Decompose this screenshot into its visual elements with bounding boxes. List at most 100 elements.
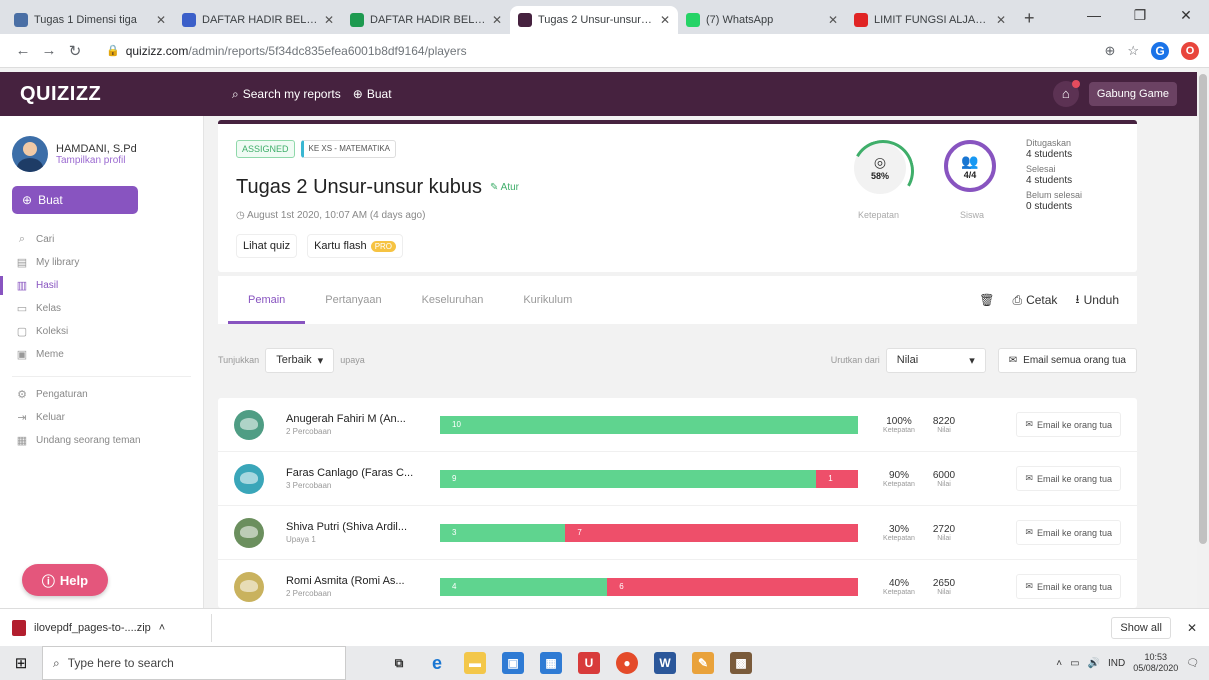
create-link[interactable]: ⊕ Buat bbox=[353, 87, 392, 101]
browser-tab[interactable]: DAFTAR HADIR BELAJ... ✕ bbox=[342, 6, 510, 34]
minimize-icon[interactable]: — bbox=[1071, 7, 1117, 23]
url-field[interactable]: 🔒 quizizz.com /admin/reports/5f34dc835ef… bbox=[98, 37, 1095, 64]
email-parent-button[interactable]: ✉ Email ke orang tua bbox=[1016, 574, 1121, 599]
sidebar-item[interactable]: ▦ Undang seorang teman bbox=[0, 429, 203, 452]
table-row[interactable]: Faras Canlago (Faras C... 3 Percobaan 9 … bbox=[218, 452, 1137, 506]
sort-select[interactable]: Nilai ▾ bbox=[885, 347, 986, 373]
bookmark-star-icon[interactable]: ☆ bbox=[1127, 43, 1139, 59]
search-reports-link[interactable]: ⌕ Search my reports bbox=[232, 87, 341, 102]
language-indicator[interactable]: IND bbox=[1108, 658, 1125, 669]
table-row[interactable]: Romi Asmita (Romi As... 2 Percobaan 4 6 … bbox=[218, 560, 1137, 614]
filter-row: Tunjukkan Terbaik ▾ upaya Urutkan dari N… bbox=[218, 342, 1137, 378]
sidebar-item[interactable]: ⌕ Cari bbox=[0, 228, 203, 251]
sidebar-item-icon: ⌕ bbox=[18, 233, 26, 245]
browser-tab[interactable]: LIMIT FUNGSI ALJABA... ✕ bbox=[846, 6, 1014, 34]
word-icon[interactable]: W bbox=[654, 652, 676, 674]
view-profile-link[interactable]: Tampilkan profil bbox=[56, 155, 137, 166]
player-accuracy: 40% Ketepatan bbox=[883, 577, 915, 596]
sidebar-item-label: Hasil bbox=[36, 280, 59, 291]
close-tab-icon[interactable]: ✕ bbox=[660, 13, 670, 27]
correct-segment: 3 bbox=[440, 523, 566, 542]
report-tab[interactable]: Pemain bbox=[228, 276, 306, 324]
players-list: Anugerah Fahiri M (An... 2 Percobaan 10 … bbox=[218, 398, 1137, 614]
scrollbar-thumb[interactable] bbox=[1199, 74, 1207, 544]
email-parent-button[interactable]: ✉ Email ke orang tua bbox=[1016, 520, 1121, 545]
close-window-icon[interactable]: ✕ bbox=[1163, 7, 1209, 24]
chevron-up-icon[interactable]: ˄ bbox=[159, 622, 165, 634]
chrome-icon[interactable]: ● bbox=[616, 652, 638, 674]
windows-start-icon[interactable]: ⊞ bbox=[0, 654, 42, 672]
zoom-icon[interactable]: ⊕ bbox=[1104, 43, 1115, 59]
sidebar-item[interactable]: ▥ Hasil bbox=[0, 274, 203, 297]
clock[interactable]: 10:53 05/08/2020 bbox=[1133, 652, 1178, 674]
create-button[interactable]: ⊕ Buat bbox=[12, 186, 138, 214]
show-all-button[interactable]: Show all bbox=[1111, 616, 1171, 639]
browser-tab[interactable]: Tugas 1 Dimensi tiga ✕ bbox=[6, 6, 174, 34]
file-explorer-icon[interactable]: ▬ bbox=[464, 652, 486, 674]
download-item[interactable]: ilovepdf_pages-to-....zip ˄ bbox=[12, 613, 212, 642]
close-tab-icon[interactable]: ✕ bbox=[492, 13, 502, 27]
calculator-icon[interactable]: ▦ bbox=[540, 652, 562, 674]
sidebar-item[interactable]: ▤ My library bbox=[0, 251, 203, 274]
sidebar-item[interactable]: ▢ Koleksi bbox=[0, 320, 203, 343]
report-tab[interactable]: Kurikulum bbox=[503, 276, 592, 324]
view-quiz-button[interactable]: Lihat quiz bbox=[236, 234, 298, 258]
browser-tab[interactable]: Tugas 2 Unsur-unsur k... ✕ bbox=[510, 6, 678, 34]
report-tab[interactable]: Keseluruhan bbox=[402, 276, 504, 324]
close-tab-icon[interactable]: ✕ bbox=[828, 13, 838, 27]
table-row[interactable]: Anugerah Fahiri M (An... 2 Percobaan 10 … bbox=[218, 398, 1137, 452]
reload-icon[interactable]: ↻ bbox=[62, 42, 88, 60]
quizizz-logo[interactable]: QUIZIZZ bbox=[20, 83, 232, 106]
restore-icon[interactable]: ❐ bbox=[1117, 7, 1163, 24]
delete-icon[interactable]: 🗑 bbox=[979, 293, 994, 307]
close-icon[interactable]: ✕ bbox=[1187, 621, 1197, 635]
notification-icon[interactable]: 🗨 bbox=[1186, 658, 1199, 669]
email-parent-button[interactable]: ✉ Email ke orang tua bbox=[1016, 466, 1121, 491]
email-parent-button[interactable]: ✉ Email ke orang tua bbox=[1016, 412, 1121, 437]
table-row[interactable]: Shiva Putri (Shiva Ardil... Upaya 1 3 7 … bbox=[218, 506, 1137, 560]
new-tab-button[interactable]: + bbox=[1024, 8, 1035, 29]
search-icon: ⌕ bbox=[53, 655, 60, 670]
chevron-up-icon[interactable]: ˄ bbox=[1056, 658, 1062, 669]
forward-icon[interactable]: → bbox=[36, 42, 62, 59]
edit-title-link[interactable]: ✎ Atur bbox=[490, 182, 519, 193]
page-scrollbar[interactable] bbox=[1197, 68, 1209, 608]
sidebar-item[interactable]: ▭ Kelas bbox=[0, 297, 203, 320]
browser-tab-title: LIMIT FUNGSI ALJABA... bbox=[874, 14, 990, 26]
volume-icon[interactable]: 🔊 bbox=[1088, 658, 1100, 669]
user-profile[interactable]: HAMDANI, S.Pd Tampilkan profil bbox=[0, 116, 203, 180]
print-button[interactable]: ⎙ Cetak bbox=[1012, 293, 1057, 308]
back-icon[interactable]: ← bbox=[10, 42, 36, 59]
browser-tab[interactable]: (7) WhatsApp ✕ bbox=[678, 6, 846, 34]
browser-tab[interactable]: DAFTAR HADIR BELAJ... ✕ bbox=[174, 6, 342, 34]
app-icon[interactable]: ▩ bbox=[730, 652, 752, 674]
sidebar-item[interactable]: ▣ Meme bbox=[0, 343, 203, 366]
battery-icon[interactable]: ▭ bbox=[1070, 658, 1079, 669]
paint-icon[interactable]: ✎ bbox=[692, 652, 714, 674]
close-tab-icon[interactable]: ✕ bbox=[996, 13, 1006, 27]
sidebar-item[interactable]: ⇥ Keluar bbox=[0, 406, 203, 429]
home-icon[interactable]: ⌂ bbox=[1052, 80, 1080, 107]
browser-tab-title: Tugas 2 Unsur-unsur k... bbox=[538, 14, 654, 26]
store-icon[interactable]: ▣ bbox=[502, 652, 524, 674]
close-tab-icon[interactable]: ✕ bbox=[324, 13, 334, 27]
edge-icon[interactable]: e bbox=[426, 652, 448, 674]
class-badge[interactable]: KE XS - MATEMATIKA bbox=[300, 140, 397, 158]
email-all-parents-button[interactable]: ✉ Email semua orang tua bbox=[997, 347, 1137, 373]
flashcards-button[interactable]: Kartu flash PRO bbox=[307, 234, 404, 258]
close-tab-icon[interactable]: ✕ bbox=[156, 13, 166, 27]
join-game-button[interactable]: Gabung Game bbox=[1088, 82, 1177, 106]
mcafee-icon[interactable]: U bbox=[578, 652, 600, 674]
report-tabs: Pemain Pertanyaan Keseluruhan Kurikulum 🗑 ⎙… bbox=[218, 276, 1137, 324]
report-tab[interactable]: Pertanyaan bbox=[305, 276, 401, 324]
download-button[interactable]: ⭳ Unduh bbox=[1075, 290, 1119, 311]
sidebar-item[interactable]: ⚙ Pengaturan bbox=[0, 383, 203, 406]
extension-icon[interactable]: G bbox=[1151, 41, 1169, 60]
page-title: Tugas 2 Unsur-unsur kubus ✎ Atur bbox=[236, 176, 519, 198]
taskbar-search-input[interactable]: ⌕ Type here to search bbox=[42, 646, 346, 680]
opera-extension-icon[interactable]: O bbox=[1181, 41, 1199, 60]
task-view-icon[interactable]: ⧉ bbox=[388, 652, 410, 674]
show-select[interactable]: Terbaik ▾ bbox=[265, 347, 335, 373]
help-button[interactable]: ⓘ Help bbox=[22, 564, 108, 596]
printer-icon: ⎙ bbox=[1012, 292, 1023, 307]
